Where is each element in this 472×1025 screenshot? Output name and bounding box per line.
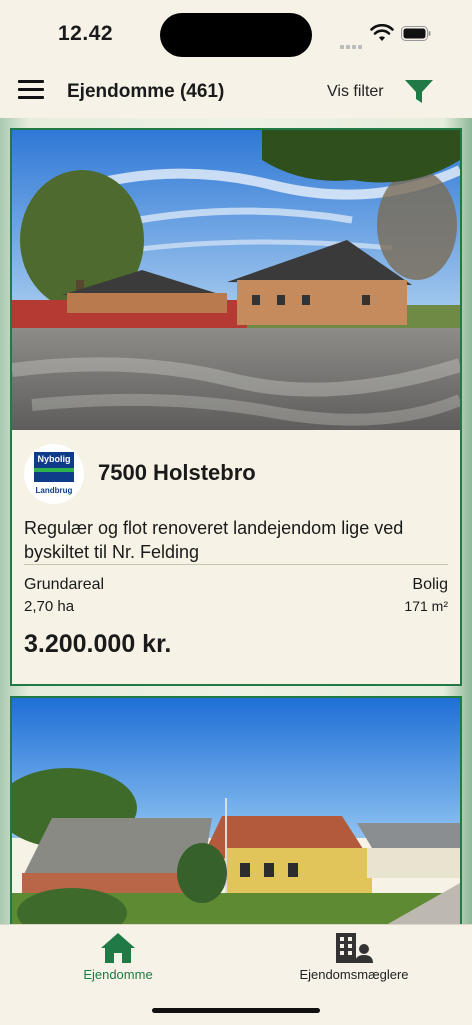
battery-icon	[401, 26, 431, 41]
tab-agents-label: Ejendomsmæglere	[299, 967, 409, 982]
tab-properties[interactable]: Ejendomme	[0, 925, 236, 995]
listing-card[interactable]	[10, 696, 462, 924]
hamburger-menu-icon[interactable]	[18, 80, 44, 100]
property-photo[interactable]	[12, 698, 460, 924]
page-title: Ejendomme (461)	[67, 81, 225, 102]
tab-agents[interactable]: Ejendomsmæglere	[236, 925, 472, 995]
home-icon	[101, 933, 135, 963]
divider	[24, 564, 448, 565]
broker-logo-subtext: Landbrug	[35, 486, 73, 495]
cellular-signal-icon	[340, 36, 364, 49]
plot-area-label: Grundareal	[24, 576, 105, 593]
agents-icon	[336, 933, 373, 963]
listing-price: 3.200.000 kr.	[24, 630, 172, 658]
home-indicator	[152, 1008, 320, 1013]
living-area-label: Bolig	[412, 576, 448, 593]
listing-description: Regulær og flot renoveret landejendom li…	[24, 518, 404, 562]
show-filter-button[interactable]: Vis filter	[327, 83, 384, 101]
listing-list[interactable]: Nybolig Landbrug 7500 Holstebro Regulær …	[0, 118, 472, 924]
tab-properties-label: Ejendomme	[83, 967, 153, 982]
plot-area-value: 2,70 ha	[24, 598, 75, 615]
broker-logo-text: Nybolig	[37, 454, 71, 464]
dynamic-island	[160, 13, 312, 57]
listing-card[interactable]: Nybolig Landbrug 7500 Holstebro Regulær …	[10, 128, 462, 686]
broker-logo: Nybolig Landbrug	[24, 444, 84, 504]
status-time: 12.42	[58, 22, 114, 45]
app-header: Ejendomme (461) Vis filter	[0, 62, 472, 118]
filter-funnel-icon[interactable]	[402, 76, 436, 106]
property-photo[interactable]	[12, 130, 460, 430]
listing-city: 7500 Holstebro	[98, 460, 256, 485]
wifi-icon	[370, 24, 394, 41]
status-bar: 12.42	[0, 0, 472, 62]
living-area-value: 171 m²	[404, 598, 448, 614]
